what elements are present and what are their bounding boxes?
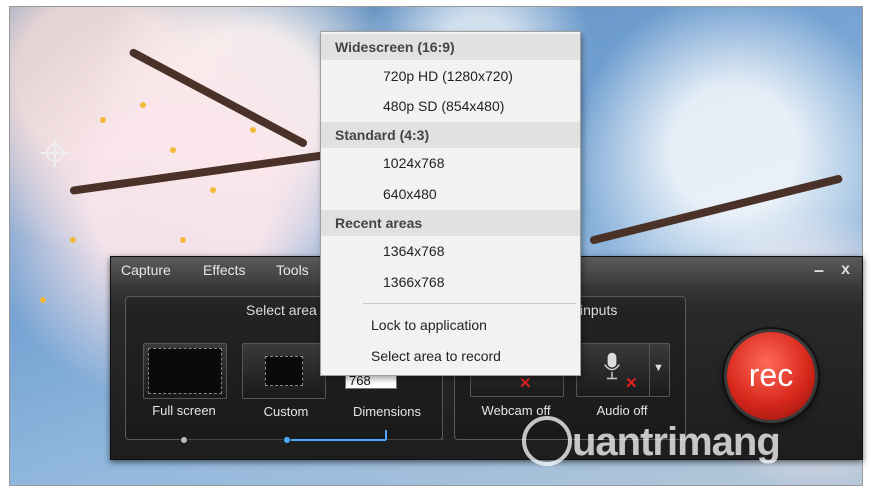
- option-1024x768[interactable]: 1024x768: [383, 155, 445, 171]
- full-screen-button[interactable]: [143, 343, 227, 399]
- section-recent: Recent areas: [321, 210, 580, 236]
- blossom-stamen: [250, 127, 256, 133]
- blossom-stamen: [100, 117, 106, 123]
- full-screen-icon: [148, 348, 222, 394]
- audio-off-icon: ✕: [625, 375, 638, 392]
- blossom-branch: [69, 150, 329, 195]
- select-area-to-record-option[interactable]: Select area to record: [371, 348, 501, 364]
- blossom-stamen: [180, 237, 186, 243]
- menu-separator: [363, 303, 576, 304]
- audio-button[interactable]: ✕ ▼: [576, 343, 670, 397]
- lock-to-application-option[interactable]: Lock to application: [371, 317, 487, 333]
- menu-capture[interactable]: Capture: [121, 262, 171, 278]
- watermark-text: uantrimang: [572, 420, 781, 464]
- option-640x480[interactable]: 640x480: [383, 186, 437, 202]
- microphone-icon: [604, 352, 620, 380]
- minimize-button[interactable]: –: [814, 260, 824, 281]
- record-button[interactable]: rec: [724, 329, 818, 423]
- close-button[interactable]: x: [841, 261, 850, 279]
- custom-button[interactable]: [242, 343, 326, 399]
- option-1364x768[interactable]: 1364x768: [383, 243, 445, 259]
- inputs-title: inputs: [580, 302, 618, 318]
- dimensions-dropdown: Widescreen (16:9) 720p HD (1280x720) 480…: [320, 31, 581, 376]
- option-1366x768[interactable]: 1366x768: [383, 274, 445, 290]
- blossom-stamen: [210, 187, 216, 193]
- option-480p[interactable]: 480p SD (854x480): [383, 98, 504, 114]
- custom-label: Custom: [263, 404, 309, 419]
- option-720p[interactable]: 720p HD (1280x720): [383, 68, 513, 84]
- slider-knob[interactable]: [283, 436, 291, 444]
- blossom-stamen: [170, 147, 176, 153]
- area-slider-tick: [385, 430, 387, 440]
- move-crosshair-icon[interactable]: [40, 138, 70, 168]
- blossom-branch: [589, 174, 844, 245]
- webcam-off-icon: ✕: [519, 375, 532, 392]
- slider-knob[interactable]: [180, 436, 188, 444]
- watermark-logo-icon: [522, 416, 572, 466]
- menu-tools[interactable]: Tools: [276, 262, 309, 278]
- audio-label: Audio off: [596, 403, 648, 418]
- menu-effects[interactable]: Effects: [203, 262, 246, 278]
- blossom-stamen: [140, 102, 146, 108]
- select-area-title: Select area: [246, 302, 317, 318]
- area-slider-selection: [287, 439, 386, 441]
- audio-dropdown-divider: [649, 344, 650, 396]
- custom-area-icon: [265, 356, 303, 386]
- full-screen-label: Full screen: [152, 403, 216, 418]
- dimensions-label: Dimensions: [353, 404, 421, 419]
- blossom-branch: [128, 47, 309, 149]
- audio-dropdown-arrow-icon[interactable]: ▼: [653, 362, 664, 374]
- record-label: rec: [748, 357, 794, 393]
- blossom-stamen: [70, 237, 76, 243]
- section-widescreen: Widescreen (16:9): [321, 34, 580, 60]
- section-standard: Standard (4:3): [321, 122, 580, 148]
- blossom-stamen: [40, 297, 46, 303]
